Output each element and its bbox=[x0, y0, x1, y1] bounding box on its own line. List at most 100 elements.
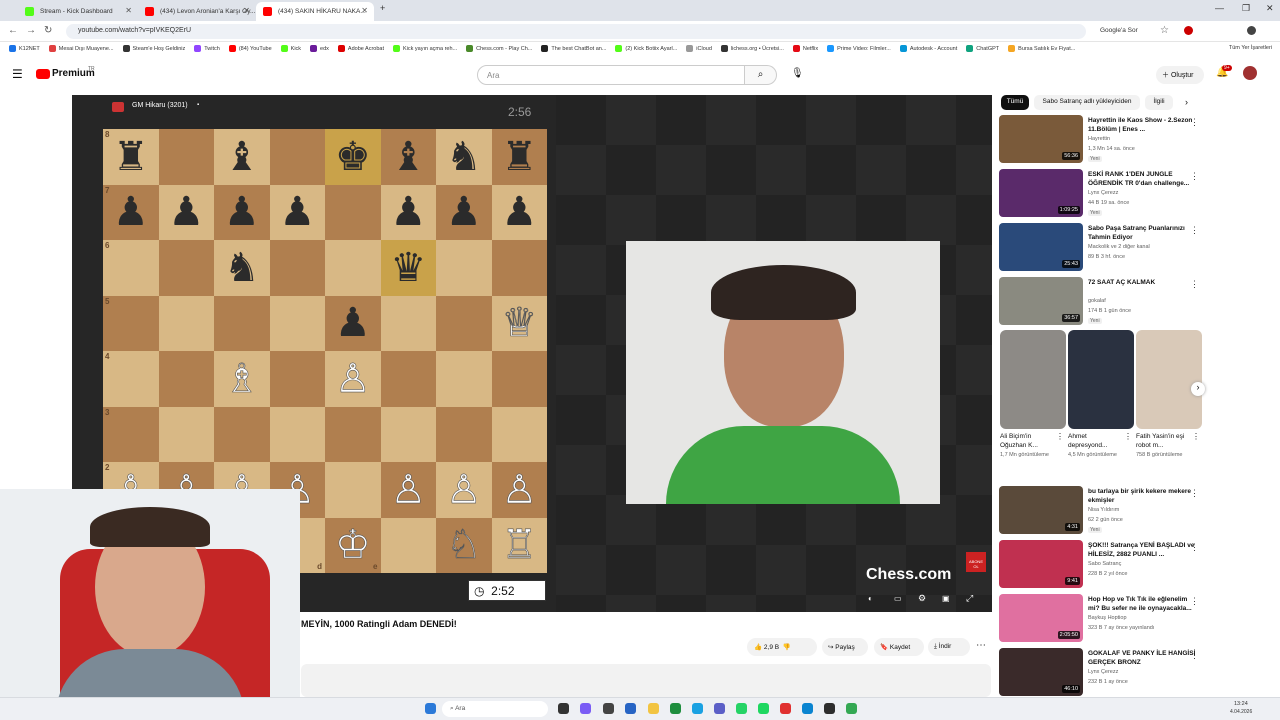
video-thumbnail[interactable]: 36:57 bbox=[999, 277, 1083, 325]
chevron-right-icon[interactable]: › bbox=[1185, 97, 1188, 107]
black-pawn-icon[interactable]: ♟ bbox=[279, 192, 315, 232]
board-square[interactable]: ♙ bbox=[491, 462, 547, 518]
create-button[interactable]: ＋ Oluştur bbox=[1156, 66, 1204, 84]
chip-all[interactable]: Tümü bbox=[1001, 95, 1029, 110]
dislike-icon[interactable]: 👎 bbox=[783, 644, 791, 651]
video-thumbnail[interactable]: 4:31 bbox=[999, 486, 1083, 534]
video-thumbnail[interactable]: 56:36 bbox=[999, 115, 1083, 163]
app-icon[interactable] bbox=[824, 703, 835, 714]
board-square[interactable] bbox=[269, 240, 325, 296]
board-square[interactable]: ♝ bbox=[380, 129, 436, 185]
board-square[interactable] bbox=[158, 406, 214, 462]
black-pawn-icon[interactable]: ♟ bbox=[446, 192, 482, 232]
board-square[interactable] bbox=[158, 129, 214, 185]
board-square[interactable]: ♙ bbox=[325, 351, 381, 407]
chip-related[interactable]: İlgili bbox=[1145, 95, 1173, 110]
board-square[interactable]: ♕ bbox=[491, 295, 547, 351]
bookmark-item[interactable]: Bursa Satılık Ev Fiyat... bbox=[1008, 45, 1075, 52]
board-square[interactable]: ♟ bbox=[269, 184, 325, 240]
taskbar-search[interactable]: ⌕ Ara bbox=[442, 701, 548, 717]
download-button[interactable]: ⤓ İndir bbox=[928, 638, 970, 656]
bookmark-item[interactable]: Netflix bbox=[792, 45, 818, 52]
white-pawn-icon[interactable]: ♙ bbox=[335, 358, 371, 399]
youtube-logo-icon[interactable] bbox=[36, 69, 50, 79]
subtitles-icon[interactable]: ▭ bbox=[894, 594, 902, 603]
short-item[interactable]: Fatih Yasin'in eşi robot m... 758 B görün… bbox=[1136, 432, 1202, 477]
channel-name[interactable]: Hayrettin bbox=[1088, 136, 1110, 142]
video-title[interactable]: Hop Hop ve Tık Tık ile eğlenelim mi? Bu … bbox=[1088, 595, 1198, 613]
black-pawn-icon[interactable]: ♟ bbox=[390, 192, 426, 232]
bookmark-item[interactable]: Kick yayın açma reh... bbox=[393, 45, 457, 52]
short-thumbnail[interactable] bbox=[1136, 330, 1202, 429]
like-count[interactable]: 2,9 B bbox=[764, 644, 779, 651]
board-square[interactable]: ♝ bbox=[214, 129, 270, 185]
black-pawn-icon[interactable]: ♟ bbox=[335, 303, 371, 343]
board-square[interactable]: ♛ bbox=[380, 240, 436, 296]
new-tab-icon[interactable]: + bbox=[380, 3, 385, 13]
close-icon[interactable]: ✕ bbox=[361, 6, 368, 15]
more-options-icon[interactable]: ⋮ bbox=[1190, 171, 1199, 182]
share-button[interactable]: ↪ Paylaş bbox=[822, 638, 868, 656]
save-button[interactable]: 🔖 Kaydet bbox=[874, 638, 924, 656]
board-square[interactable] bbox=[269, 351, 325, 407]
board-square[interactable] bbox=[436, 406, 492, 462]
short-item[interactable]: Ahmet depresyond... 4,5 Mn görüntüleme ⋮ bbox=[1068, 432, 1134, 477]
white-pawn-icon[interactable]: ♙ bbox=[501, 469, 537, 510]
recommended-video[interactable]: 36:57 72 SAAT AÇ KALMAK gokalaf 174 B 1 gün… bbox=[999, 277, 1209, 327]
black-pawn-icon[interactable]: ♟ bbox=[113, 192, 149, 232]
more-options-icon[interactable]: ⋮ bbox=[1190, 488, 1199, 499]
channel-name[interactable]: Lynx Çerezz bbox=[1088, 190, 1118, 196]
board-square[interactable] bbox=[325, 406, 381, 462]
recommended-video[interactable]: 46:10 GOKALAF VE PANKY İLE HANGİSİ GERÇEK… bbox=[999, 648, 1209, 698]
channel-name[interactable]: Lynx Çerezz bbox=[1088, 669, 1118, 675]
more-options-icon[interactable]: ⋮ bbox=[1124, 432, 1132, 441]
more-options-icon[interactable]: ⋮ bbox=[1192, 432, 1200, 441]
board-square[interactable]: ♟ bbox=[380, 184, 436, 240]
black-pawn-icon[interactable]: ♟ bbox=[501, 192, 537, 232]
board-square[interactable]: 5 bbox=[103, 295, 159, 351]
board-square[interactable] bbox=[214, 295, 270, 351]
board-square[interactable]: ♟ bbox=[491, 184, 547, 240]
edge-icon[interactable] bbox=[802, 703, 813, 714]
bookmark-item[interactable]: Steam'e Hoş Geldiniz bbox=[122, 45, 185, 52]
menu-icon[interactable]: ☰ bbox=[12, 67, 23, 81]
chrome-icon[interactable] bbox=[670, 703, 681, 714]
board-square[interactable]: ♟ bbox=[214, 184, 270, 240]
more-options-icon[interactable]: ⋮ bbox=[1190, 542, 1199, 553]
board-square[interactable] bbox=[158, 240, 214, 296]
microphone-icon[interactable]: 🎙 bbox=[791, 68, 804, 79]
bookmark-item[interactable]: Prime Video: Filmler... bbox=[827, 45, 891, 52]
bookmark-item[interactable]: iCloud bbox=[686, 45, 712, 52]
board-square[interactable] bbox=[269, 406, 325, 462]
short-thumbnail[interactable] bbox=[1000, 330, 1066, 429]
channel-name[interactable]: Sabo Satranç bbox=[1088, 561, 1121, 567]
windows-start-icon[interactable] bbox=[425, 703, 436, 714]
close-window-icon[interactable]: ✕ bbox=[1266, 3, 1274, 14]
short-title[interactable]: Fatih Yasin'in eşi robot m... bbox=[1136, 432, 1188, 450]
board-square[interactable] bbox=[436, 351, 492, 407]
recommended-video[interactable]: 25:43 Sabo Paşa Satranç Puanlarınızı Tahm… bbox=[999, 223, 1209, 273]
video-title[interactable]: bu tarlaya bir şirik kekere mekere ekmiş… bbox=[1088, 487, 1198, 505]
recommended-video[interactable]: 9:41 ŞOK!!! Satrança YENİ BAŞLADI ve HİLE… bbox=[999, 540, 1209, 590]
all-bookmarks-label[interactable]: Tüm Yer İşaretleri bbox=[1229, 45, 1272, 51]
board-square[interactable] bbox=[491, 240, 547, 296]
board-square[interactable] bbox=[491, 406, 547, 462]
white-rook-icon[interactable]: ♖ bbox=[501, 525, 537, 566]
channel-name[interactable]: gokalaf bbox=[1088, 298, 1106, 304]
white-queen-icon[interactable]: ♕ bbox=[501, 303, 537, 344]
bookmark-item[interactable]: ChatGPT bbox=[966, 45, 999, 52]
bookmark-item[interactable]: K12NET bbox=[9, 45, 40, 52]
black-knight-icon[interactable]: ♞ bbox=[446, 137, 482, 177]
reload-icon[interactable]: ↻ bbox=[44, 25, 52, 36]
opera-icon[interactable] bbox=[780, 703, 791, 714]
channel-name[interactable]: Nisa Yıldırım bbox=[1088, 507, 1119, 513]
board-square[interactable] bbox=[158, 351, 214, 407]
whatsapp-icon[interactable] bbox=[736, 703, 747, 714]
bookmark-item[interactable]: Adobe Acrobat bbox=[337, 45, 384, 52]
search-button[interactable]: ⌕ bbox=[745, 65, 777, 85]
more-options-icon[interactable]: ⋯ bbox=[976, 640, 986, 651]
black-bishop-icon[interactable]: ♝ bbox=[390, 137, 426, 177]
more-options-icon[interactable]: ⋮ bbox=[1190, 117, 1199, 128]
channel-name[interactable]: Mackolik ve 2 diğer kanal bbox=[1088, 244, 1150, 250]
channel-name[interactable]: Baykuş Hoptiop bbox=[1088, 615, 1127, 621]
